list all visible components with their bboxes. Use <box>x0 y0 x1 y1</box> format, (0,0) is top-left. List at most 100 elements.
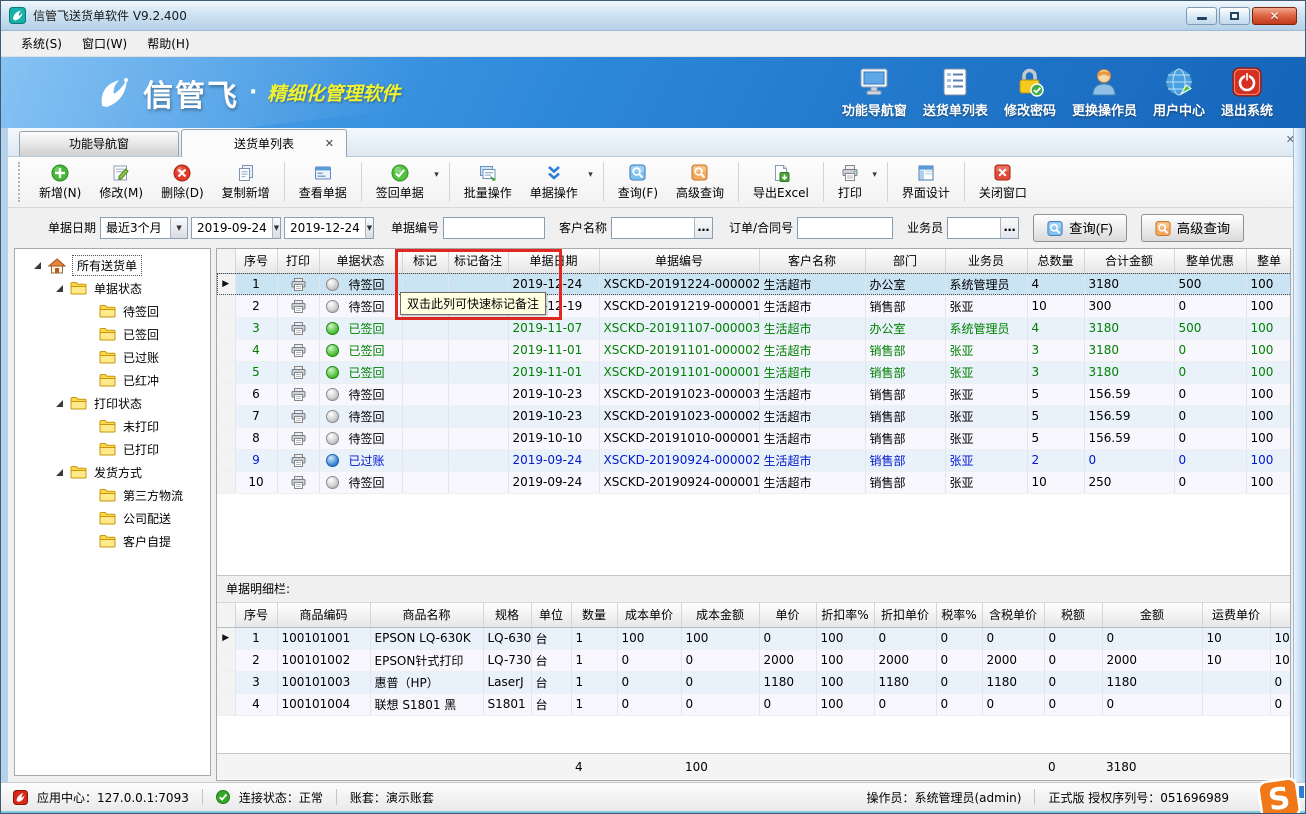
maximize-button[interactable] <box>1219 7 1250 25</box>
cell-print[interactable] <box>277 427 319 449</box>
tree-item-bill-status[interactable]: 单据状态 <box>15 277 210 300</box>
column-header[interactable]: 税额 <box>1044 603 1102 627</box>
cell-mark-note[interactable] <box>448 405 508 427</box>
column-header[interactable]: 整单优惠 <box>1174 249 1246 273</box>
tab-delivery-list[interactable]: 送货单列表 ✕ <box>181 129 347 157</box>
tree-item-company-delivery[interactable]: 公司配送 <box>15 507 210 530</box>
customer-picker-button[interactable]: … <box>694 218 712 238</box>
combo-arrow-icon[interactable]: ▼ <box>170 218 187 238</box>
cell-mark-note[interactable] <box>448 449 508 471</box>
toolbar-button-query[interactable]: 查询(F) <box>609 161 667 204</box>
cell-mark[interactable] <box>402 405 448 427</box>
cell-print[interactable] <box>277 317 319 339</box>
column-header[interactable]: 序号 <box>235 603 277 627</box>
toolbar-button-ui-design[interactable]: 界面设计 <box>893 161 959 204</box>
tree-item-wait-sign[interactable]: 待签回 <box>15 300 210 323</box>
column-header[interactable]: 标记备注 <box>448 249 508 273</box>
column-header[interactable]: 客户名称 <box>759 249 865 273</box>
column-header[interactable]: 折扣单价 <box>874 603 936 627</box>
column-header[interactable]: 商品名称 <box>370 603 483 627</box>
cell-mark-note[interactable] <box>448 383 508 405</box>
banner-tool-switch-operator[interactable]: 更换操作员 <box>1072 67 1137 119</box>
cell-print[interactable] <box>277 405 319 427</box>
tree-item-all-delivery[interactable]: 所有送货单 <box>15 254 210 277</box>
tree-item-print-status[interactable]: 打印状态 <box>15 392 210 415</box>
toolbar-button-print[interactable]: 打印▾ <box>829 161 882 204</box>
detail-row[interactable]: ▶1100101001EPSON LQ-630KLQ-630台110010001… <box>217 627 1291 649</box>
cell-print[interactable] <box>277 295 319 317</box>
cell-mark[interactable] <box>402 317 448 339</box>
table-row[interactable]: 9已过账2019-09-24XSCKD-20190924-000002生活超市销… <box>217 449 1291 471</box>
toolbar-button-adv-query[interactable]: 高级查询 <box>667 161 733 204</box>
combo-arrow-icon[interactable]: ▼ <box>365 218 373 238</box>
expand-triangle-icon[interactable] <box>55 399 64 408</box>
column-header[interactable]: 单价 <box>759 603 816 627</box>
cell-mark-note[interactable] <box>448 317 508 339</box>
vertical-scrollbar[interactable] <box>1293 128 1302 782</box>
column-header[interactable]: 单位 <box>531 603 571 627</box>
toolbar-button-export-excel[interactable]: 导出Excel <box>744 161 818 204</box>
date-preset-combo[interactable]: 最近3个月 ▼ <box>100 217 188 239</box>
column-header[interactable]: 折扣率% <box>816 603 874 627</box>
column-header[interactable]: 业务员 <box>945 249 1027 273</box>
table-row[interactable]: 10待签回2019-09-24XSCKD-20190924-000001生活超市… <box>217 471 1291 493</box>
salesman-picker-button[interactable]: … <box>1000 218 1018 238</box>
cell-mark[interactable] <box>402 361 448 383</box>
menu-item-help[interactable]: 帮助(H) <box>137 32 199 55</box>
dropdown-caret-icon[interactable]: ▾ <box>434 170 439 180</box>
tree-item-posted[interactable]: 已过账 <box>15 346 210 369</box>
toolbar-button-delete[interactable]: 删除(D) <box>152 161 213 204</box>
cell-print[interactable] <box>277 361 319 383</box>
dropdown-caret-icon[interactable]: ▾ <box>872 170 877 180</box>
column-header[interactable]: 总数量 <box>1027 249 1084 273</box>
toolbar-button-edit[interactable]: 修改(M) <box>90 161 152 204</box>
table-row[interactable]: 6待签回2019-10-23XSCKD-20191023-000003生活超市销… <box>217 383 1291 405</box>
cell-print[interactable] <box>277 273 319 295</box>
query-button[interactable]: 查询(F) <box>1033 214 1127 242</box>
column-header[interactable]: 序号 <box>235 249 277 273</box>
minimize-button[interactable] <box>1186 7 1217 25</box>
tree-item-signed[interactable]: 已签回 <box>15 323 210 346</box>
cell-print[interactable] <box>277 471 319 493</box>
cell-mark[interactable] <box>402 339 448 361</box>
column-header[interactable]: 标记 <box>402 249 448 273</box>
column-header[interactable]: 单据编号 <box>599 249 759 273</box>
detail-row[interactable]: 2100101002EPSON针式打印LQ-730台10020001002000… <box>217 649 1291 671</box>
bill-no-input[interactable] <box>443 217 545 239</box>
cell-print[interactable] <box>277 383 319 405</box>
tree-item-delivery-method[interactable]: 发货方式 <box>15 461 210 484</box>
banner-tool-delivery-list[interactable]: 送货单列表 <box>923 67 988 119</box>
column-header[interactable]: 整单 <box>1246 249 1291 273</box>
column-header[interactable]: 单据日期 <box>508 249 599 273</box>
tree-item-third-party[interactable]: 第三方物流 <box>15 484 210 507</box>
salesman-input[interactable] <box>948 219 1000 237</box>
toolbar-button-sign-back[interactable]: 签回单据▾ <box>367 161 444 204</box>
table-row[interactable]: 7待签回2019-10-23XSCKD-20191023-000002生活超市销… <box>217 405 1291 427</box>
column-header[interactable]: 成本金额 <box>681 603 759 627</box>
cell-mark[interactable] <box>402 427 448 449</box>
column-header[interactable]: 成本单价 <box>617 603 681 627</box>
menu-item-window[interactable]: 窗口(W) <box>72 32 137 55</box>
toolbar-button-view-bill[interactable]: 查看单据 <box>290 161 356 204</box>
table-row[interactable]: 2待签回2019-12-19XSCKD-20191219-000001生活超市销… <box>217 295 1291 317</box>
banner-tool-user-center[interactable]: 用户中心 <box>1153 67 1205 119</box>
table-row[interactable]: 4已签回2019-11-01XSCKD-20191101-000002生活超市销… <box>217 339 1291 361</box>
column-header[interactable]: 商品编码 <box>277 603 370 627</box>
tree-item-printed[interactable]: 已打印 <box>15 438 210 461</box>
cell-mark-note[interactable] <box>448 427 508 449</box>
dropdown-caret-icon[interactable]: ▾ <box>588 170 593 180</box>
tab-close-icon[interactable]: ✕ <box>325 130 334 158</box>
date-from-combo[interactable]: 2019-09-24 ▼ <box>191 217 281 239</box>
column-header[interactable]: 单据状态 <box>319 249 402 273</box>
cell-mark[interactable] <box>402 471 448 493</box>
toolbar-button-close-window[interactable]: 关闭窗口 <box>970 161 1036 204</box>
toolbar-button-bill-ops[interactable]: 单据操作▾ <box>521 161 598 204</box>
detail-row[interactable]: 3100101003惠普（HP）LaserJ台10011801001180011… <box>217 671 1291 693</box>
table-row[interactable]: 8待签回2019-10-10XSCKD-20191010-000001生活超市销… <box>217 427 1291 449</box>
expand-triangle-icon[interactable] <box>33 261 42 270</box>
tree-item-not-printed[interactable]: 未打印 <box>15 415 210 438</box>
menu-item-system[interactable]: 系统(S) <box>11 32 72 55</box>
tab-nav-window[interactable]: 功能导航窗 <box>19 131 179 156</box>
cell-mark-note[interactable] <box>448 361 508 383</box>
tree-item-self-pickup[interactable]: 客户自提 <box>15 530 210 553</box>
